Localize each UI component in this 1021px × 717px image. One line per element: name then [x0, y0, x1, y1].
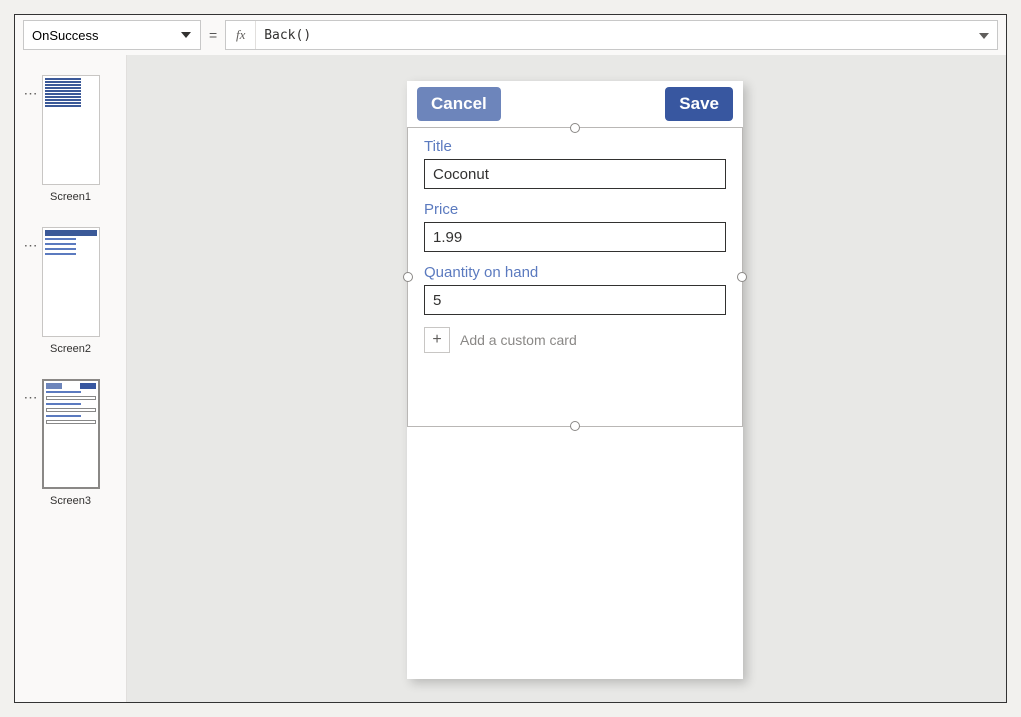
resize-handle-bottom[interactable] [570, 421, 580, 431]
screen-thumbnails: ⋯ Screen1 ⋯ Screen2 ⋯ [15, 55, 127, 702]
workspace: ⋯ Screen1 ⋯ Screen2 ⋯ [15, 55, 1006, 702]
field-quantity: Quantity on hand [424, 264, 726, 315]
phone-header: Cancel Save [407, 81, 743, 127]
formula-box: fx [225, 20, 998, 50]
quantity-input[interactable] [424, 285, 726, 315]
price-input[interactable] [424, 222, 726, 252]
more-icon[interactable]: ⋯ [24, 237, 37, 254]
chevron-down-icon[interactable] [979, 33, 989, 39]
formula-input[interactable] [256, 28, 997, 43]
resize-handle-left[interactable] [403, 272, 413, 282]
fx-icon: fx [226, 21, 256, 49]
add-custom-card[interactable]: + Add a custom card [424, 327, 726, 353]
property-selector[interactable]: OnSuccess [23, 20, 201, 50]
more-icon[interactable]: ⋯ [24, 85, 37, 102]
price-label: Price [424, 201, 726, 218]
thumbnail-label: Screen2 [50, 343, 91, 355]
canvas[interactable]: Cancel Save Title Price [127, 55, 1006, 702]
resize-handle-right[interactable] [737, 272, 747, 282]
field-title: Title [424, 138, 726, 189]
app-frame: OnSuccess = fx ⋯ Screen1 ⋯ [14, 14, 1007, 703]
property-selector-wrap: OnSuccess [23, 20, 201, 50]
cancel-button[interactable]: Cancel [417, 87, 501, 121]
more-icon[interactable]: ⋯ [24, 389, 37, 406]
field-price: Price [424, 201, 726, 252]
formula-bar: OnSuccess = fx [15, 15, 1006, 55]
thumbnail-preview [42, 227, 100, 337]
phone-preview: Cancel Save Title Price [407, 81, 743, 679]
thumbnail-preview [42, 75, 100, 185]
resize-handle-top[interactable] [570, 123, 580, 133]
thumbnail-preview-selected [42, 379, 100, 489]
quantity-label: Quantity on hand [424, 264, 726, 281]
thumbnail-screen3[interactable]: ⋯ Screen3 [42, 379, 100, 507]
title-input[interactable] [424, 159, 726, 189]
plus-icon: + [424, 327, 450, 353]
form-inner: Title Price Quantity on hand + [408, 128, 742, 363]
thumbnail-screen2[interactable]: ⋯ Screen2 [42, 227, 100, 355]
add-card-label: Add a custom card [460, 332, 577, 348]
thumbnail-label: Screen1 [50, 191, 91, 203]
save-button[interactable]: Save [665, 87, 733, 121]
title-label: Title [424, 138, 726, 155]
thumbnail-label: Screen3 [50, 495, 91, 507]
equals-sign: = [209, 27, 217, 43]
thumbnail-screen1[interactable]: ⋯ Screen1 [42, 75, 100, 203]
edit-form[interactable]: Title Price Quantity on hand + [407, 127, 743, 427]
